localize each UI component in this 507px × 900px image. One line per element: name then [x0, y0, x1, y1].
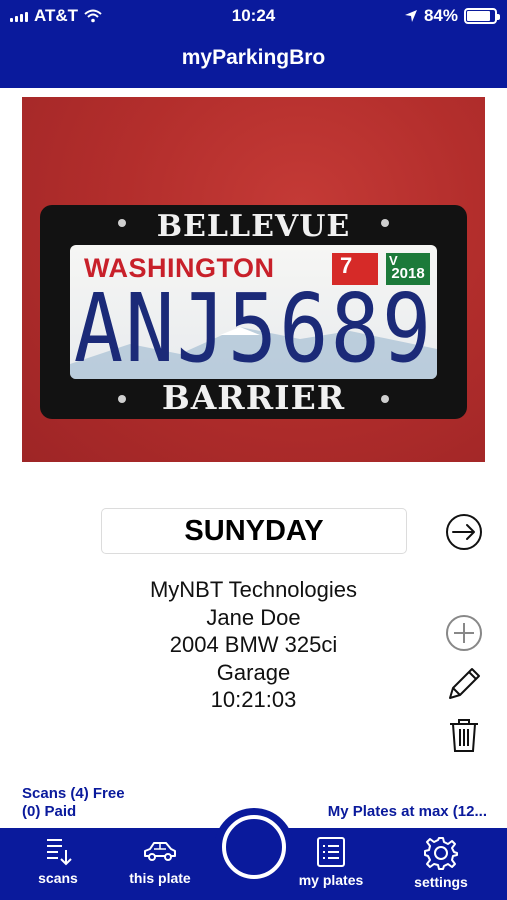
info-location: Garage: [216, 659, 291, 685]
plate-name-field[interactable]: SUNYDAY: [101, 508, 407, 554]
info-owner: Jane Doe: [206, 604, 301, 630]
license-plate: WASHINGTON 7 V 2018 ANJ5689: [70, 245, 437, 379]
plate-number: ANJ5689: [73, 274, 434, 379]
app-title: myParkingBro: [181, 46, 326, 69]
gear-icon: [424, 837, 458, 870]
scans-list-icon: [47, 839, 72, 866]
tab-settings-label: settings: [414, 874, 468, 890]
location-arrow-icon: [404, 10, 417, 22]
pencil-icon[interactable]: [444, 664, 484, 704]
tab-this-plate-label: this plate: [129, 870, 191, 886]
frame-top-text: BELLEVUE: [156, 209, 351, 244]
scans-free: Scans (4) Free: [22, 785, 125, 802]
info-vehicle: 2004 BMW 325ci: [169, 632, 338, 657]
plate-photo: BELLEVUE WASHINGTON 7 V 2018 ANJ5689 BAR…: [22, 97, 485, 462]
info-time: 10:21:03: [210, 687, 297, 712]
plate-frame: BELLEVUE WASHINGTON 7 V 2018 ANJ5689 BAR…: [40, 205, 467, 419]
go-arrow-icon[interactable]: [444, 512, 484, 552]
tab-my-plates[interactable]: my plates: [281, 836, 381, 896]
trash-icon[interactable]: [444, 715, 484, 755]
frame-bottom-text: BARRIER: [161, 378, 346, 417]
plate-info: MyNBT Technologies Jane Doe 2004 BMW 325…: [0, 576, 507, 714]
scan-stats: Scans (4) Free (0) Paid: [22, 785, 125, 821]
tab-my-plates-label: my plates: [298, 872, 364, 888]
tab-settings[interactable]: settings: [391, 836, 491, 896]
add-icon[interactable]: [444, 613, 484, 653]
tab-scans[interactable]: scans: [8, 836, 108, 896]
scan-button[interactable]: [222, 815, 286, 879]
tab-this-plate[interactable]: this plate: [110, 836, 210, 896]
plates-list-icon: [317, 837, 345, 867]
car-icon: [144, 842, 176, 861]
info-company: MyNBT Technologies: [149, 577, 358, 602]
scans-paid: (0) Paid: [22, 803, 77, 820]
battery-percent: 84%: [423, 6, 458, 25]
plates-max-status: My Plates at max (12...: [327, 803, 487, 820]
top-bar: AT&T 10:24 84% myParkingBro: [0, 0, 507, 88]
tab-scans-label: scans: [38, 870, 78, 886]
status-bar: AT&T 10:24 84%: [0, 0, 507, 32]
battery-icon: [464, 8, 500, 24]
